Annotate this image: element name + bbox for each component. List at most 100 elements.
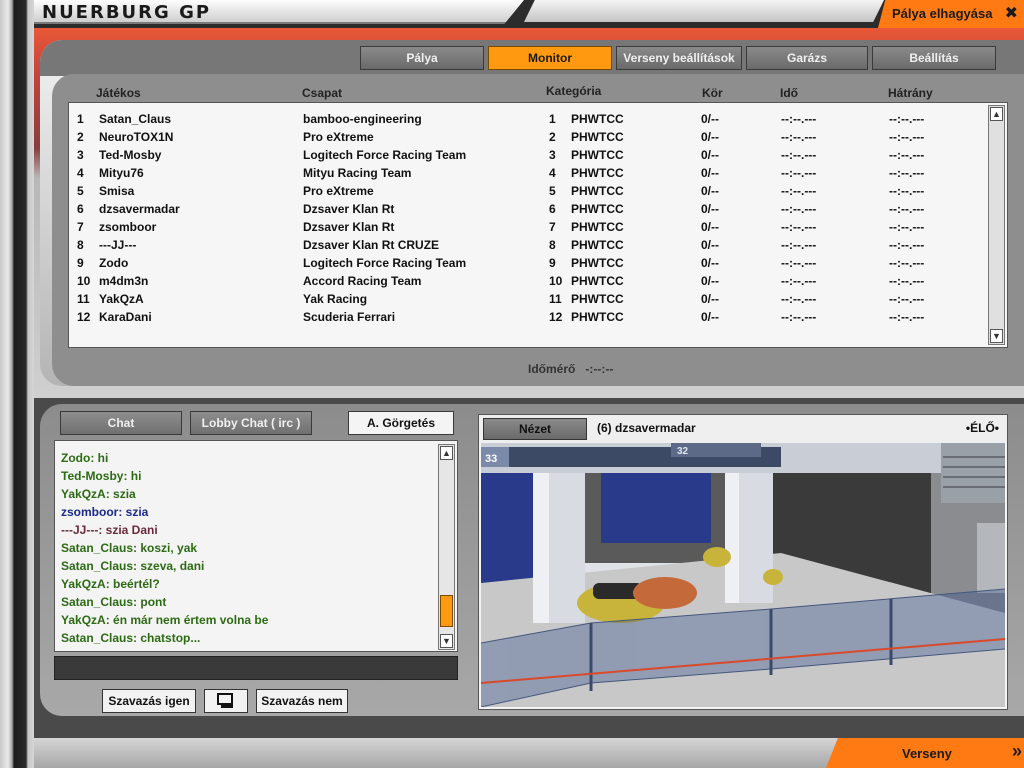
- chat-message: YakQzA: szia: [61, 487, 136, 501]
- table-row[interactable]: 11 YakQzA Yak Racing 11 PHWTCC 0/-- --:--.--- -…: [69, 290, 989, 308]
- table-row[interactable]: 10 m4dm3n Accord Racing Team 10 PHWTCC 0/-- --…: [69, 272, 989, 290]
- vote-yes-button[interactable]: Szavazás igen: [102, 689, 196, 713]
- monitor-icon: [217, 693, 233, 708]
- cell-cat: PHWTCC: [571, 202, 624, 216]
- cell-cat: PHWTCC: [571, 130, 624, 144]
- leave-track-label: Pálya elhagyása: [892, 6, 993, 21]
- cell-pos: 11: [77, 292, 90, 306]
- leave-track-button[interactable]: Pálya elhagyása ✖: [878, 0, 1024, 28]
- cell-catnum: 8: [549, 238, 556, 252]
- scroll-down-icon[interactable]: ▼: [440, 634, 453, 648]
- cell-lap: 0/--: [701, 238, 719, 252]
- table-row[interactable]: 5 Smisa Pro eXtreme 5 PHWTCC 0/-- --:--.--- --:…: [69, 182, 989, 200]
- cell-time: --:--.---: [781, 130, 817, 144]
- cell-team: Yak Racing: [303, 292, 368, 306]
- chat-message: ---JJ---: szia Dani: [61, 523, 158, 537]
- cell-lap: 0/--: [701, 292, 719, 306]
- table-row[interactable]: 9 Zodo Logitech Force Racing Team 9 PHWTCC 0/…: [69, 254, 989, 272]
- cell-gap: --:--.---: [889, 184, 925, 198]
- table-row[interactable]: 6 dzsavermadar Dzsaver Klan Rt 6 PHWTCC 0/-- -…: [69, 200, 989, 218]
- cell-gap: --:--.---: [889, 274, 925, 288]
- cell-lap: 0/--: [701, 166, 719, 180]
- header-category[interactable]: Kategória: [546, 84, 601, 98]
- cell-team: Pro eXtreme: [303, 184, 374, 198]
- table-row[interactable]: 4 Mityu76 Mityu Racing Team 4 PHWTCC 0/-- --:-…: [69, 164, 989, 182]
- left-edge-decoration: [0, 0, 34, 768]
- race-button[interactable]: Verseny »: [826, 738, 1024, 768]
- cell-cat: PHWTCC: [571, 274, 624, 288]
- monitor-toggle-button[interactable]: [204, 689, 248, 713]
- cell-time: --:--.---: [781, 256, 817, 270]
- cell-team: Accord Racing Team: [303, 274, 422, 288]
- cell-gap: --:--.---: [889, 310, 925, 324]
- chat-message: Satan_Claus: szeva, dani: [61, 559, 205, 573]
- cell-player: Zodo: [99, 256, 129, 270]
- cell-catnum: 5: [549, 184, 556, 198]
- cell-catnum: 9: [549, 256, 556, 270]
- cell-cat: PHWTCC: [571, 220, 624, 234]
- cell-time: --:--.---: [781, 202, 817, 216]
- tab-lobby-chat[interactable]: Lobby Chat ( irc ): [190, 411, 312, 435]
- cell-team: Logitech Force Racing Team: [303, 148, 467, 162]
- race-label: Verseny: [902, 746, 952, 761]
- cell-lap: 0/--: [701, 130, 719, 144]
- view-button[interactable]: Nézet: [483, 418, 587, 440]
- cell-cat: PHWTCC: [571, 292, 624, 306]
- header-time[interactable]: Idő: [780, 86, 798, 100]
- standings-scrollbar[interactable]: ▲ ▼: [988, 105, 1005, 345]
- cell-player: Mityu76: [99, 166, 144, 180]
- cell-team: bamboo-engineering: [303, 112, 422, 126]
- auto-scroll-button[interactable]: A. Görgetés: [348, 411, 454, 435]
- header-player[interactable]: Játékos: [96, 86, 141, 100]
- tab-garage[interactable]: Garázs: [746, 46, 868, 70]
- table-row[interactable]: 3 Ted-Mosby Logitech Force Racing Team 3 PHW…: [69, 146, 989, 164]
- cell-catnum: 11: [549, 292, 562, 306]
- header-team[interactable]: Csapat: [302, 86, 342, 100]
- chat-input[interactable]: [54, 656, 458, 680]
- cell-player: zsomboor: [99, 220, 157, 234]
- cell-team: Scuderia Ferrari: [303, 310, 396, 324]
- vote-no-button[interactable]: Szavazás nem: [256, 689, 348, 713]
- tab-settings[interactable]: Beállítás: [872, 46, 996, 70]
- table-row[interactable]: 2 NeuroTOX1N Pro eXtreme 2 PHWTCC 0/-- --:--.-…: [69, 128, 989, 146]
- cell-gap: --:--.---: [889, 166, 925, 180]
- header-lap[interactable]: Kör: [702, 86, 723, 100]
- scroll-up-icon[interactable]: ▲: [440, 446, 453, 460]
- header-gap[interactable]: Hátrány: [888, 86, 933, 100]
- chat-scrollbar[interactable]: ▲ ▼: [438, 444, 455, 650]
- cell-pos: 4: [77, 166, 84, 180]
- track-title: NUERBURG GP: [42, 2, 212, 23]
- cell-gap: --:--.---: [889, 148, 925, 162]
- cell-player: dzsavermadar: [99, 202, 180, 216]
- chat-scroll-thumb[interactable]: [440, 595, 453, 627]
- tab-race-settings[interactable]: Verseny beállítások: [616, 46, 742, 70]
- cell-lap: 0/--: [701, 310, 719, 324]
- top-bar: NUERBURG GP Pálya elhagyása ✖: [34, 0, 1024, 28]
- table-row[interactable]: 12 KaraDani Scuderia Ferrari 12 PHWTCC 0/-- --…: [69, 308, 989, 326]
- chat-message: zsomboor: szia: [61, 505, 149, 519]
- garage-number-32: 32: [677, 446, 689, 457]
- garage-number-33: 33: [485, 453, 497, 465]
- scroll-down-icon[interactable]: ▼: [990, 329, 1003, 343]
- cell-lap: 0/--: [701, 184, 719, 198]
- cell-gap: --:--.---: [889, 238, 925, 252]
- cell-catnum: 3: [549, 148, 556, 162]
- top-decor-tab: [524, 0, 884, 22]
- qualifying-timer: Időmérő -:--:--: [528, 362, 613, 376]
- tab-track[interactable]: Pálya: [360, 46, 484, 70]
- cell-team: Dzsaver Klan Rt CRUZE: [303, 238, 440, 252]
- table-row[interactable]: 8 ---JJ--- Dzsaver Klan Rt CRUZE 8 PHWTCC 0/-…: [69, 236, 989, 254]
- camera-feed[interactable]: 33 32 31: [481, 443, 1005, 707]
- live-indicator: •ÉLŐ•: [965, 421, 999, 435]
- scroll-up-icon[interactable]: ▲: [990, 107, 1003, 121]
- table-row[interactable]: 7 zsomboor Dzsaver Klan Rt 7 PHWTCC 0/-- --:--…: [69, 218, 989, 236]
- tab-chat[interactable]: Chat: [60, 411, 182, 435]
- close-icon: ✖: [1004, 5, 1018, 22]
- tab-monitor[interactable]: Monitor: [488, 46, 612, 70]
- cell-time: --:--.---: [781, 292, 817, 306]
- cell-gap: --:--.---: [889, 220, 925, 234]
- cell-pos: 6: [77, 202, 84, 216]
- table-row[interactable]: 1 Satan_Claus bamboo-engineering 1 PHWTCC 0/-…: [69, 110, 989, 128]
- timer-value: -:--:--: [585, 362, 614, 376]
- cell-team: Dzsaver Klan Rt: [303, 220, 395, 234]
